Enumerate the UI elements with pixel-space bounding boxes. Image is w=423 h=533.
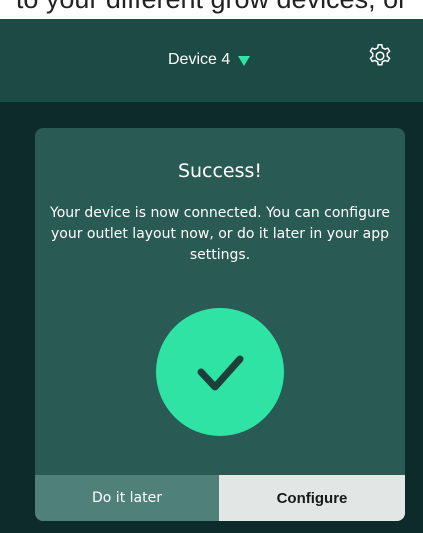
app-header: Device 4 (0, 19, 423, 102)
success-title: Success! (177, 160, 263, 182)
device-selector[interactable]: Device 4 (168, 45, 251, 75)
caret-down-icon (238, 56, 251, 66)
success-message: Your device is now connected. You can co… (50, 205, 390, 263)
success-status-circle (156, 308, 284, 436)
device-name-label: Device 4 (168, 51, 231, 68)
settings-button[interactable] (367, 43, 393, 69)
cropped-background-text: to your different grow devices, or (0, 0, 423, 15)
check-icon (197, 355, 244, 391)
gear-icon (369, 44, 391, 66)
success-card: Success! Your device is now connected. Y… (35, 128, 405, 521)
configure-button[interactable]: Configure (219, 475, 405, 521)
do-it-later-button[interactable]: Do it later (35, 475, 219, 521)
cropped-background-text-strip: to your different grow devices, or (0, 0, 423, 19)
